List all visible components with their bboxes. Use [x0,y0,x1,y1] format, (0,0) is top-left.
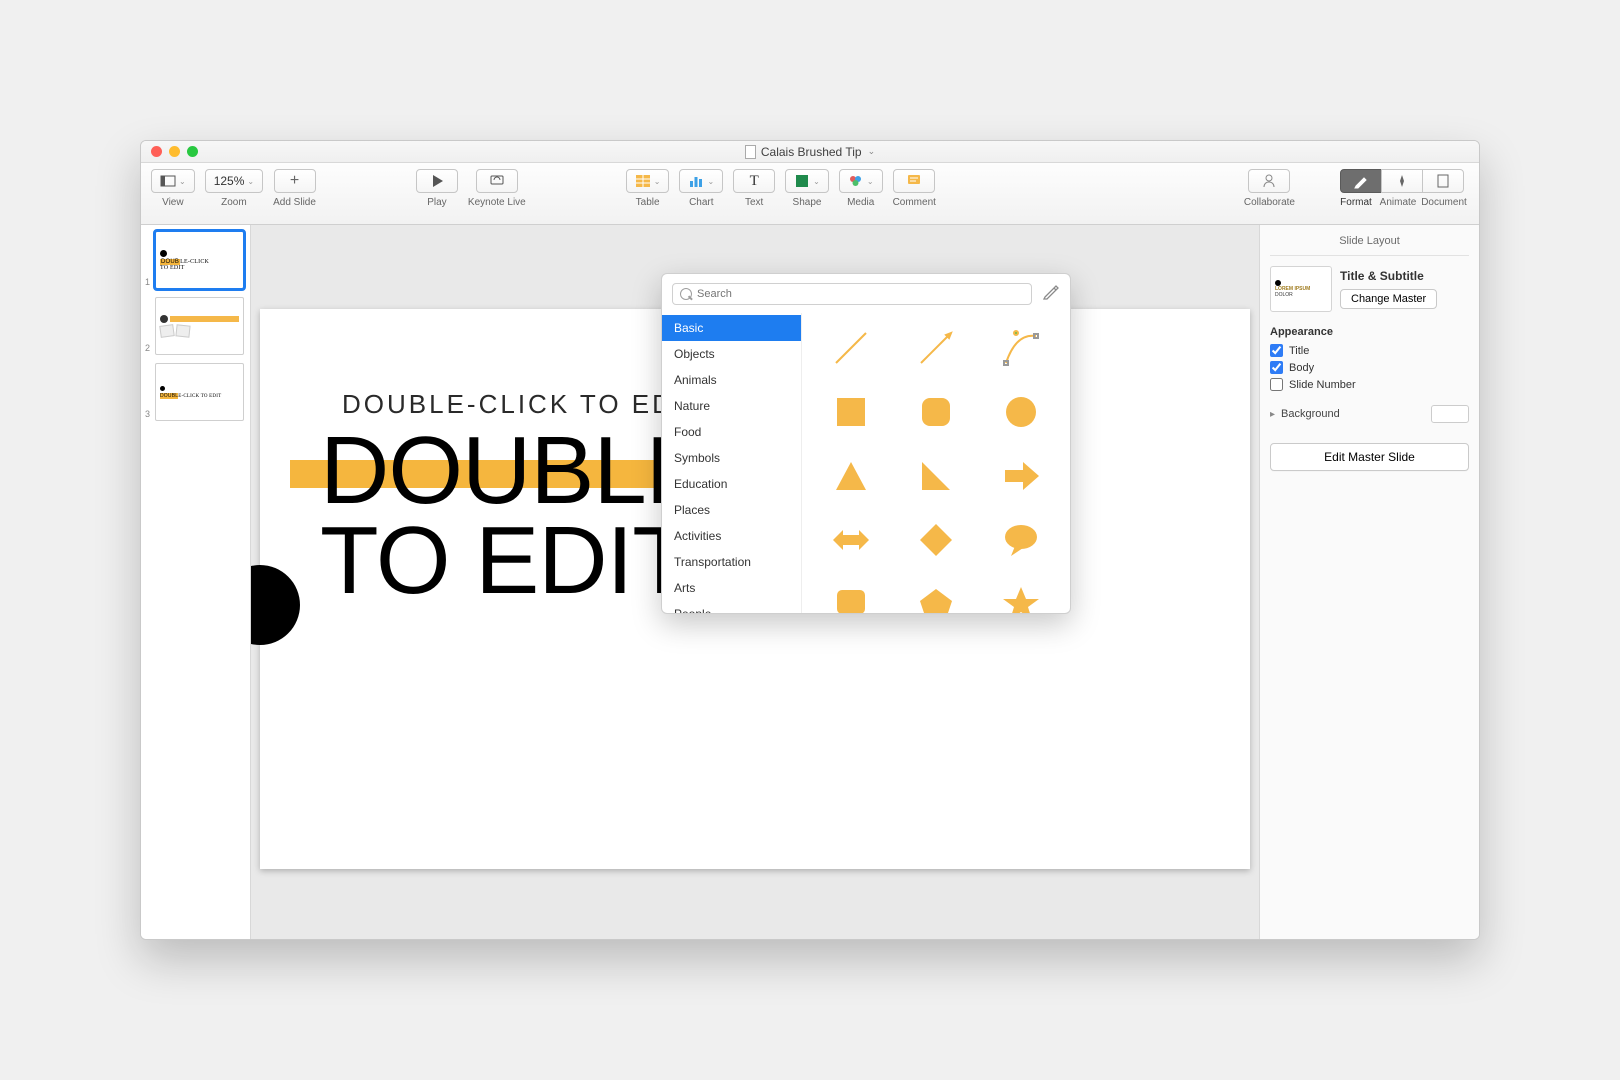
collaborate-button[interactable] [1248,169,1290,193]
add-slide-label: Add Slide [273,197,316,208]
body-checkbox-row[interactable]: Body [1270,361,1469,374]
category-symbols[interactable]: Symbols [662,445,801,471]
canvas-area[interactable]: DOUBLE-CLICK TO EDIT DOUBLE-CLICK TO EDI… [251,225,1259,939]
background-disclosure[interactable]: Background [1270,405,1469,423]
window-controls [151,146,198,157]
category-objects[interactable]: Objects [662,341,801,367]
document-button[interactable] [1422,169,1464,193]
shape-rounded-square[interactable] [899,389,974,435]
shape-label: Shape [793,197,822,208]
shapes-search [672,283,1032,305]
layout-name: Title & Subtitle [1340,269,1437,283]
shape-circle[interactable] [983,389,1058,435]
view-button[interactable]: ⌄ [151,169,195,193]
minimize-icon[interactable] [169,146,180,157]
shape-line[interactable] [814,325,889,371]
category-education[interactable]: Education [662,471,801,497]
change-master-button[interactable]: Change Master [1340,289,1437,309]
add-slide-button[interactable]: + [274,169,316,193]
slidenum-checkbox[interactable] [1270,378,1283,391]
category-food[interactable]: Food [662,419,801,445]
slide-thumbnail-3[interactable]: 3 DOUBLE-CLICK TO EDIT [147,363,244,421]
shape-diamond[interactable] [899,517,974,563]
document-label: Document [1419,197,1469,208]
maximize-icon[interactable] [187,146,198,157]
keynote-live-button[interactable] [476,169,518,193]
category-places[interactable]: Places [662,497,801,523]
category-animals[interactable]: Animals [662,367,801,393]
media-label: Media [847,197,874,208]
table-label: Table [636,197,660,208]
background-swatch[interactable] [1431,405,1469,423]
shape-curve[interactable] [983,325,1058,371]
comment-button[interactable] [893,169,935,193]
chart-button[interactable]: ⌄ [679,169,723,193]
app-window: Calais Brushed Tip ⌄ View 125%⌄ Zoom + A… [140,140,1480,940]
shape-star[interactable] [983,581,1058,613]
shapes-popover: Basic Objects Animals Nature Food Symbol… [661,273,1071,614]
category-people[interactable]: People [662,601,801,613]
animate-button[interactable] [1381,169,1423,193]
titlebar: Calais Brushed Tip [141,141,1479,163]
comment-label: Comment [893,197,936,208]
category-activities[interactable]: Activities [662,523,801,549]
format-label: Format [1335,197,1377,208]
shape-categories[interactable]: Basic Objects Animals Nature Food Symbol… [662,313,802,613]
document-icon [745,145,756,159]
toolbar: ⌄ View 125%⌄ Zoom + Add Slide Play Keyno… [141,163,1479,225]
title-checkbox-row[interactable]: Title [1270,344,1469,357]
slide-thumbnail-1[interactable]: 1 DOUBLE-CLICKTO EDIT [147,231,244,289]
media-button[interactable]: ⌄ [839,169,883,193]
category-basic[interactable]: Basic [662,315,801,341]
title-checkbox[interactable] [1270,344,1283,357]
document-title-text: Calais Brushed Tip [761,145,862,159]
shape-pentagon[interactable] [899,581,974,613]
category-nature[interactable]: Nature [662,393,801,419]
appearance-label: Appearance [1270,326,1469,338]
shape-right-triangle[interactable] [899,453,974,499]
shapes-search-input[interactable] [672,283,1032,305]
collaborate-label: Collaborate [1244,197,1295,208]
view-label: View [162,197,184,208]
format-button[interactable] [1340,169,1382,193]
zoom-value: 125% [214,174,245,188]
slide-navigator[interactable]: 1 DOUBLE-CLICKTO EDIT 2 [141,225,251,939]
text-button[interactable]: T [733,169,775,193]
body-checkbox[interactable] [1270,361,1283,374]
animate-label: Animate [1377,197,1419,208]
zoom-label: Zoom [221,197,247,208]
pencil-icon[interactable] [1042,282,1060,305]
shape-arrow-double[interactable] [814,517,889,563]
shape-speech-bubble[interactable] [983,517,1058,563]
shape-triangle[interactable] [814,453,889,499]
shape-arrow-right[interactable] [983,453,1058,499]
format-inspector: Slide Layout LOREM IPSUMDOLOR Title & Su… [1259,225,1479,939]
slide-thumbnail-2[interactable]: 2 [147,297,244,355]
shape-callout[interactable] [814,581,889,613]
play-button[interactable] [416,169,458,193]
close-icon[interactable] [151,146,162,157]
category-transportation[interactable]: Transportation [662,549,801,575]
inspector-header: Slide Layout [1270,233,1469,256]
shape-arrow-line[interactable] [899,325,974,371]
shape-button[interactable]: ⌄ [785,169,829,193]
play-label: Play [427,197,446,208]
workspace: 1 DOUBLE-CLICKTO EDIT 2 [141,225,1479,939]
zoom-button[interactable]: 125%⌄ [205,169,263,193]
document-title[interactable]: Calais Brushed Tip [745,145,875,159]
text-label: Text [745,197,763,208]
slidenum-checkbox-row[interactable]: Slide Number [1270,378,1469,391]
shape-grid[interactable] [802,313,1070,613]
edit-master-button[interactable]: Edit Master Slide [1270,443,1469,471]
shape-square[interactable] [814,389,889,435]
table-button[interactable]: ⌄ [626,169,670,193]
keynote-live-label: Keynote Live [468,197,526,208]
category-arts[interactable]: Arts [662,575,801,601]
decorative-circle[interactable] [251,565,300,645]
chart-label: Chart [689,197,713,208]
layout-thumbnail: LOREM IPSUMDOLOR [1270,266,1332,312]
